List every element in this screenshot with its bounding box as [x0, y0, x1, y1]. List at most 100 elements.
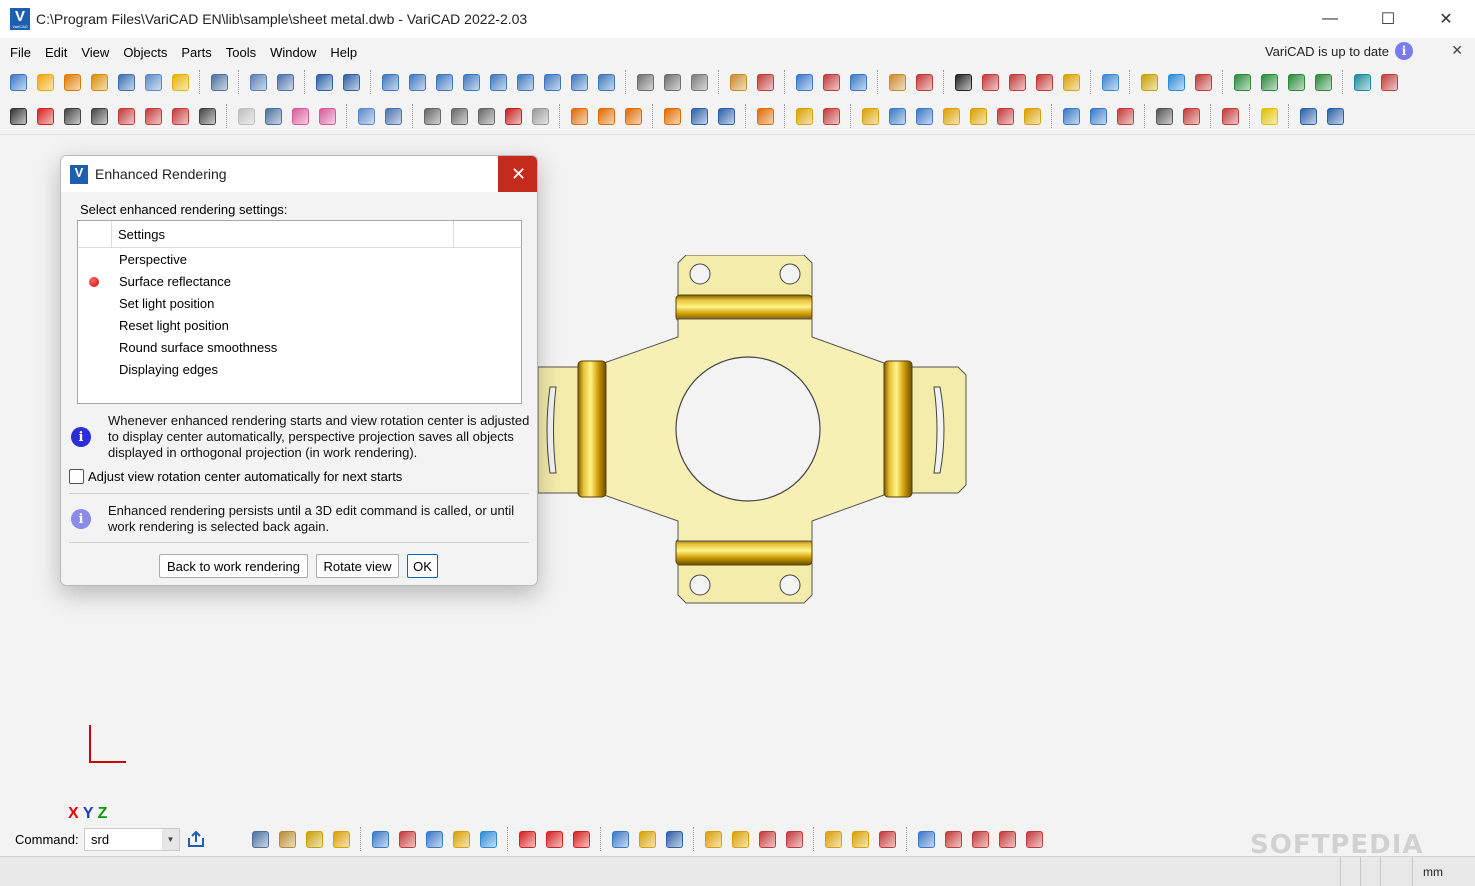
- toolbar-button-icon[interactable]: [1257, 104, 1282, 129]
- toolbar-button-icon[interactable]: [660, 70, 685, 95]
- toolbar-button-icon[interactable]: [1323, 104, 1348, 129]
- toolbar-button-icon[interactable]: [792, 104, 817, 129]
- toolbar-button-icon[interactable]: [635, 827, 660, 852]
- toolbar-button-icon[interactable]: [819, 104, 844, 129]
- toolbar-button-icon[interactable]: [449, 827, 474, 852]
- header-settings-column[interactable]: Settings: [112, 221, 454, 248]
- toolbar-button-icon[interactable]: [995, 827, 1020, 852]
- toolbar-button-icon[interactable]: [1191, 70, 1216, 95]
- toolbar-button-icon[interactable]: [1032, 70, 1057, 95]
- toolbar-button-icon[interactable]: [60, 70, 85, 95]
- toolbar-button-icon[interactable]: [141, 104, 166, 129]
- toolbar-button-icon[interactable]: [248, 827, 273, 852]
- toolbar-button-icon[interactable]: [168, 70, 193, 95]
- toolbar-button-icon[interactable]: [821, 827, 846, 852]
- toolbar-button-icon[interactable]: [753, 70, 778, 95]
- menu-tools[interactable]: Tools: [219, 45, 263, 60]
- toolbar-button-icon[interactable]: [633, 70, 658, 95]
- toolbar-button-icon[interactable]: [405, 70, 430, 95]
- toolbar-button-icon[interactable]: [567, 70, 592, 95]
- toolbar-button-icon[interactable]: [885, 104, 910, 129]
- toolbar-button-icon[interactable]: [858, 104, 883, 129]
- ok-button[interactable]: OK: [407, 554, 438, 578]
- settings-item[interactable]: Perspective: [78, 249, 521, 271]
- settings-list[interactable]: Settings Perspective Surface reflectance S…: [77, 220, 522, 404]
- toolbar-button-icon[interactable]: [6, 70, 31, 95]
- settings-item[interactable]: Round surface smoothness: [78, 337, 521, 359]
- toolbar-button-icon[interactable]: [261, 104, 286, 129]
- toolbar-button-icon[interactable]: [207, 70, 232, 95]
- toolbar-button-icon[interactable]: [1296, 104, 1321, 129]
- toolbar-button-icon[interactable]: [701, 827, 726, 852]
- settings-item[interactable]: Set light position: [78, 293, 521, 315]
- toolbar-button-icon[interactable]: [195, 104, 220, 129]
- toolbar-button-icon[interactable]: [422, 827, 447, 852]
- dialog-close-button[interactable]: ✕: [498, 156, 537, 192]
- toolbar-button-icon[interactable]: [354, 104, 379, 129]
- menu-help[interactable]: Help: [323, 45, 364, 60]
- chevron-down-icon[interactable]: ▼: [162, 829, 179, 850]
- command-value[interactable]: srd: [91, 832, 109, 847]
- toolbar-button-icon[interactable]: [1152, 104, 1177, 129]
- toolbar-button-icon[interactable]: [726, 70, 751, 95]
- toolbar-button-icon[interactable]: [912, 70, 937, 95]
- toolbar-button-icon[interactable]: [33, 70, 58, 95]
- toolbar-button-icon[interactable]: [246, 70, 271, 95]
- toolbar-button-icon[interactable]: [848, 827, 873, 852]
- toolbar-button-icon[interactable]: [819, 70, 844, 95]
- toolbar-button-icon[interactable]: [1350, 70, 1375, 95]
- toolbar-button-icon[interactable]: [1284, 70, 1309, 95]
- toolbar-button-icon[interactable]: [60, 104, 85, 129]
- toolbar-button-icon[interactable]: [1137, 70, 1162, 95]
- menu-window[interactable]: Window: [263, 45, 323, 60]
- send-command-icon[interactable]: [186, 829, 206, 849]
- settings-item[interactable]: Reset light position: [78, 315, 521, 337]
- close-window-button[interactable]: ✕: [1417, 0, 1475, 38]
- toolbar-button-icon[interactable]: [339, 70, 364, 95]
- toolbar-button-icon[interactable]: [594, 104, 619, 129]
- toolbar-button-icon[interactable]: [168, 104, 193, 129]
- toolbar-button-icon[interactable]: [914, 827, 939, 852]
- toolbar-button-icon[interactable]: [501, 104, 526, 129]
- menu-objects[interactable]: Objects: [116, 45, 174, 60]
- toolbar-button-icon[interactable]: [846, 70, 871, 95]
- update-info-icon[interactable]: i: [1395, 42, 1413, 60]
- toolbar-button-icon[interactable]: [687, 104, 712, 129]
- toolbar-button-icon[interactable]: [1059, 104, 1084, 129]
- toolbar-button-icon[interactable]: [1005, 70, 1030, 95]
- toolbar-button-icon[interactable]: [1059, 70, 1084, 95]
- command-input[interactable]: srd ▼: [84, 828, 180, 851]
- toolbar-button-icon[interactable]: [968, 827, 993, 852]
- toolbar-button-icon[interactable]: [114, 70, 139, 95]
- toolbar-button-icon[interactable]: [33, 104, 58, 129]
- toolbar-button-icon[interactable]: [513, 70, 538, 95]
- toolbar-button-icon[interactable]: [141, 70, 166, 95]
- menu-edit[interactable]: Edit: [38, 45, 74, 60]
- toolbar-button-icon[interactable]: [782, 827, 807, 852]
- toolbar-button-icon[interactable]: [755, 827, 780, 852]
- toolbar-button-icon[interactable]: [608, 827, 633, 852]
- toolbar-button-icon[interactable]: [912, 104, 937, 129]
- toolbar-button-icon[interactable]: [951, 70, 976, 95]
- toolbar-button-icon[interactable]: [594, 70, 619, 95]
- update-close-icon[interactable]: ✕: [1451, 42, 1463, 59]
- settings-item[interactable]: Displaying edges: [78, 359, 521, 381]
- toolbar-button-icon[interactable]: [569, 827, 594, 852]
- update-status-text[interactable]: VariCAD is up to date: [1265, 44, 1389, 59]
- toolbar-button-icon[interactable]: [329, 827, 354, 852]
- toolbar-button-icon[interactable]: [1179, 104, 1204, 129]
- toolbar-button-icon[interactable]: [540, 70, 565, 95]
- toolbar-button-icon[interactable]: [459, 70, 484, 95]
- minimize-button[interactable]: —: [1301, 0, 1359, 38]
- toolbar-button-icon[interactable]: [315, 104, 340, 129]
- toolbar-button-icon[interactable]: [432, 70, 457, 95]
- toolbar-button-icon[interactable]: [966, 104, 991, 129]
- toolbar-button-icon[interactable]: [1020, 104, 1045, 129]
- toolbar-button-icon[interactable]: [378, 70, 403, 95]
- toolbar-button-icon[interactable]: [420, 104, 445, 129]
- toolbar-button-icon[interactable]: [87, 70, 112, 95]
- toolbar-button-icon[interactable]: [1230, 70, 1255, 95]
- toolbar-button-icon[interactable]: [1164, 70, 1189, 95]
- toolbar-button-icon[interactable]: [939, 104, 964, 129]
- toolbar-button-icon[interactable]: [447, 104, 472, 129]
